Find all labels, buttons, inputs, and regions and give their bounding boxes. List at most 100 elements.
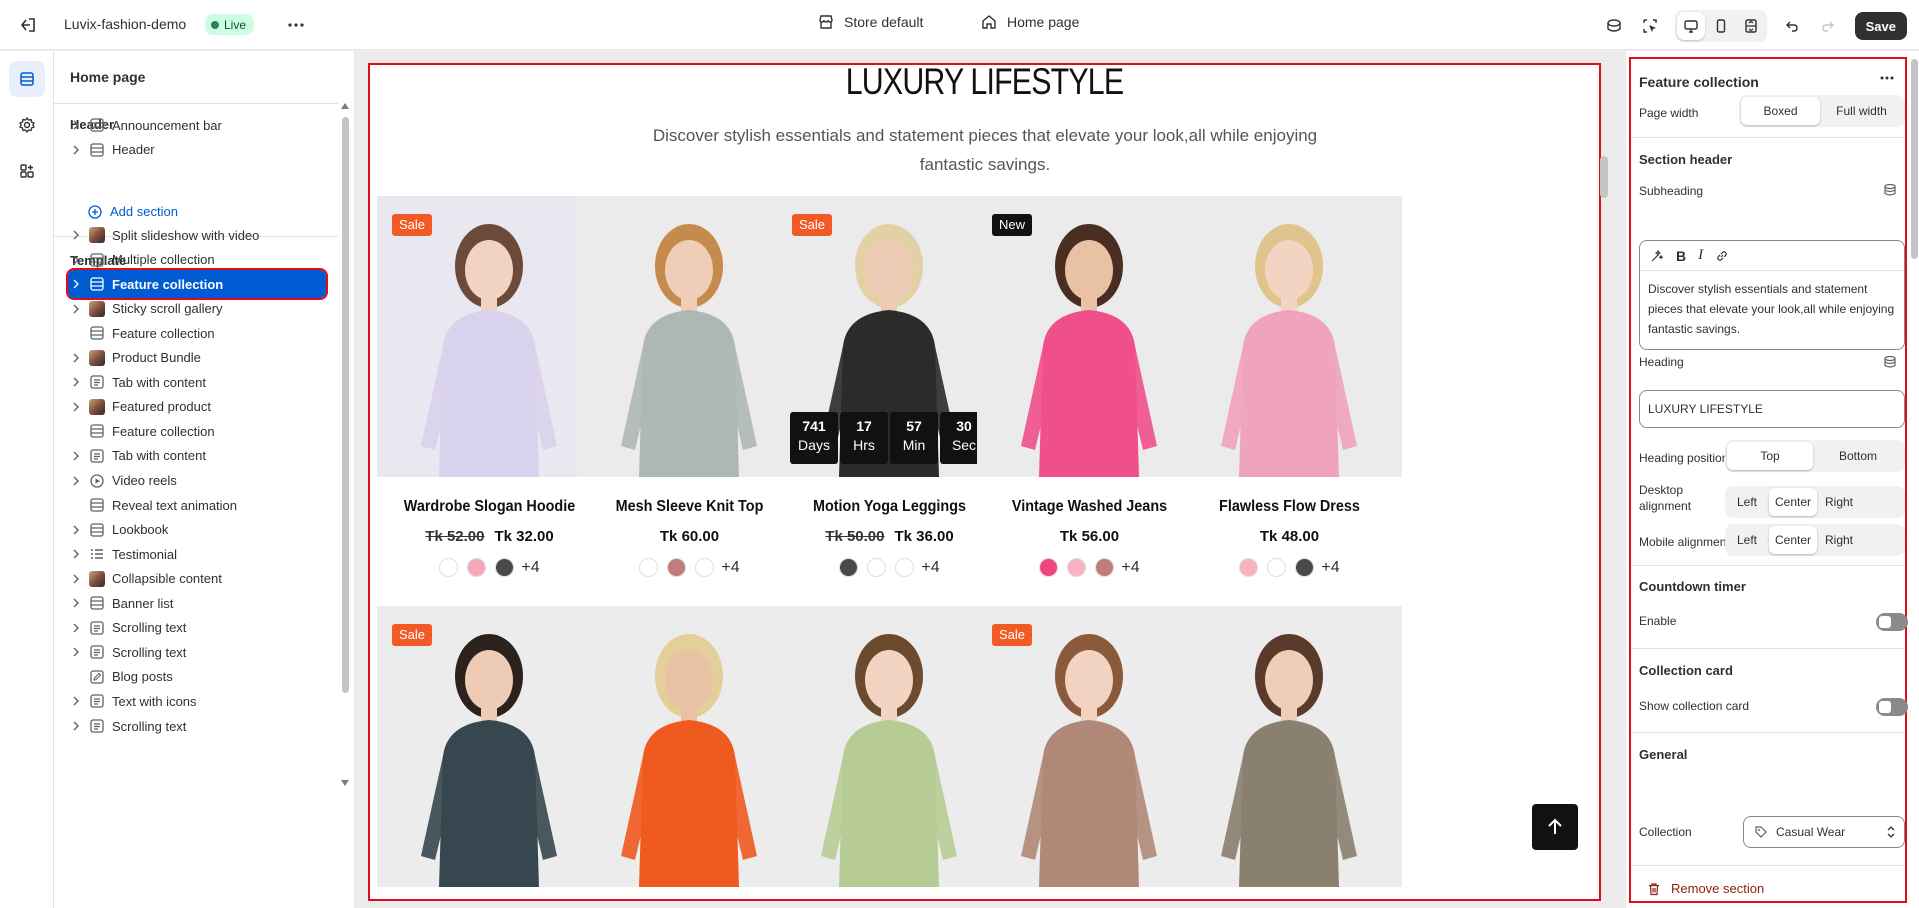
chevron-right-icon[interactable] bbox=[68, 525, 84, 535]
preview-scrollbar[interactable] bbox=[1600, 156, 1608, 198]
desktop-align-left-option[interactable]: Left bbox=[1727, 488, 1767, 516]
product-image[interactable] bbox=[577, 196, 802, 477]
more-swatches-count[interactable]: +4 bbox=[521, 559, 539, 577]
chevron-right-icon[interactable] bbox=[68, 402, 84, 412]
product-image[interactable] bbox=[577, 606, 802, 887]
sidebar-item-header[interactable]: Header bbox=[68, 136, 326, 164]
chevron-right-icon[interactable] bbox=[68, 623, 84, 633]
more-options-icon[interactable] bbox=[1879, 70, 1895, 89]
save-button[interactable]: Save bbox=[1854, 12, 1907, 40]
product-title[interactable]: Motion Yoga Leggings bbox=[788, 498, 991, 516]
sidebar-item-announcement-bar[interactable]: Announcement bar bbox=[68, 111, 326, 139]
color-swatch[interactable] bbox=[1067, 558, 1087, 577]
inspector-icon[interactable] bbox=[1635, 11, 1665, 41]
mobile-view-icon[interactable] bbox=[1707, 12, 1735, 40]
color-swatch[interactable] bbox=[839, 558, 859, 577]
settings-gear-icon[interactable] bbox=[9, 107, 45, 143]
product-image[interactable] bbox=[977, 606, 1202, 887]
product-image[interactable] bbox=[777, 606, 1002, 887]
page-width-full-option[interactable]: Full width bbox=[1822, 97, 1901, 125]
chevron-right-icon[interactable] bbox=[68, 696, 84, 706]
chevron-right-icon[interactable] bbox=[68, 476, 84, 486]
enable-countdown-toggle[interactable] bbox=[1876, 613, 1908, 631]
mobile-align-left-option[interactable]: Left bbox=[1727, 526, 1767, 554]
apps-icon[interactable] bbox=[9, 153, 45, 189]
subheading-rich-text-editor[interactable]: B I Discover stylish essentials and stat… bbox=[1639, 240, 1905, 350]
page-selector[interactable]: Home page bbox=[981, 14, 1079, 30]
desktop-view-icon[interactable] bbox=[1676, 12, 1705, 40]
fullscreen-view-icon[interactable] bbox=[1737, 12, 1765, 40]
chevron-right-icon[interactable] bbox=[68, 377, 84, 387]
heading-input[interactable]: LUXURY LIFESTYLE bbox=[1639, 390, 1905, 428]
product-title[interactable]: Wardrobe Slogan Hoodie bbox=[388, 498, 591, 516]
redo-icon[interactable] bbox=[1813, 11, 1843, 41]
sidebar-item-feature-collection[interactable]: Feature collection bbox=[68, 319, 326, 347]
page-width-boxed-option[interactable]: Boxed bbox=[1741, 97, 1820, 125]
color-swatch[interactable] bbox=[639, 558, 659, 577]
dynamic-source-icon[interactable] bbox=[1883, 355, 1897, 372]
settings-scrollbar[interactable] bbox=[1911, 59, 1918, 259]
add-section-button[interactable]: Add section bbox=[88, 204, 178, 219]
more-swatches-count[interactable]: +4 bbox=[1321, 559, 1339, 577]
color-swatch[interactable] bbox=[1039, 558, 1059, 577]
chevron-right-icon[interactable] bbox=[68, 451, 84, 461]
product-card[interactable] bbox=[577, 606, 802, 887]
more-swatches-count[interactable]: +4 bbox=[1121, 559, 1139, 577]
chevron-right-icon[interactable] bbox=[68, 120, 84, 130]
more-swatches-count[interactable]: +4 bbox=[921, 559, 939, 577]
chevron-right-icon[interactable] bbox=[68, 304, 84, 314]
desktop-align-center-option[interactable]: Center bbox=[1769, 488, 1817, 516]
color-swatch[interactable] bbox=[1239, 558, 1259, 577]
product-card[interactable]: Sale 741 Days 17 Hrs 57 Min 30 Sec Motion Yoga Le… bbox=[777, 196, 1002, 586]
collection-select[interactable]: Casual Wear bbox=[1743, 816, 1905, 848]
chevron-right-icon[interactable] bbox=[68, 549, 84, 559]
heading-position-bottom-option[interactable]: Bottom bbox=[1815, 442, 1901, 470]
color-swatch[interactable] bbox=[695, 558, 715, 577]
product-title[interactable]: Mesh Sleeve Knit Top bbox=[588, 498, 791, 516]
color-swatch[interactable] bbox=[1095, 558, 1115, 577]
show-collection-card-toggle[interactable] bbox=[1876, 698, 1908, 716]
more-actions-icon[interactable] bbox=[284, 13, 308, 37]
color-swatch[interactable] bbox=[439, 558, 459, 577]
exit-icon[interactable] bbox=[16, 13, 40, 37]
product-card[interactable]: New Vintage Washed Jeans Tk 56.00 +4 bbox=[977, 196, 1202, 586]
feature-collection-section-preview[interactable]: LUXURY LIFESTYLE Discover stylish essent… bbox=[368, 63, 1601, 901]
color-swatch[interactable] bbox=[495, 558, 515, 577]
store-name[interactable]: Luvix-fashion-demo bbox=[64, 16, 186, 32]
magic-icon[interactable] bbox=[1650, 249, 1664, 263]
product-card[interactable]: Sale bbox=[977, 606, 1202, 887]
product-card[interactable]: Flawless Flow Dress Tk 48.00 +4 bbox=[1177, 196, 1402, 586]
color-swatch[interactable] bbox=[1267, 558, 1287, 577]
back-to-top-button[interactable] bbox=[1532, 804, 1578, 850]
mobile-align-center-option[interactable]: Center bbox=[1769, 526, 1817, 554]
product-card[interactable]: Sale Wardrobe Slogan Hoodie Tk 52.00 Tk 32.… bbox=[377, 196, 602, 586]
theme-store-icon[interactable] bbox=[1599, 11, 1629, 41]
color-swatch[interactable] bbox=[1295, 558, 1315, 577]
product-image[interactable] bbox=[1177, 606, 1402, 887]
theme-selector[interactable]: Store default bbox=[818, 14, 923, 30]
mobile-align-right-option[interactable]: Right bbox=[1819, 526, 1859, 554]
chevron-right-icon[interactable] bbox=[68, 647, 84, 657]
product-card[interactable] bbox=[1177, 606, 1402, 887]
color-swatch[interactable] bbox=[467, 558, 487, 577]
undo-icon[interactable] bbox=[1777, 11, 1807, 41]
more-swatches-count[interactable]: +4 bbox=[721, 559, 739, 577]
sidebar-item-reveal-text-animation[interactable]: Reveal text animation bbox=[68, 491, 326, 519]
product-title[interactable]: Vintage Washed Jeans bbox=[988, 498, 1191, 516]
chevron-right-icon[interactable] bbox=[68, 255, 84, 265]
product-title[interactable]: Flawless Flow Dress bbox=[1188, 498, 1391, 516]
product-card[interactable] bbox=[777, 606, 1002, 887]
heading-position-top-option[interactable]: Top bbox=[1727, 442, 1813, 470]
sidebar-item-testimonial[interactable]: Testimonial bbox=[68, 540, 326, 568]
sidebar-item-tab-with-content[interactable]: Tab with content bbox=[68, 442, 326, 470]
sidebar-scrollbar[interactable] bbox=[340, 103, 350, 908]
color-swatch[interactable] bbox=[667, 558, 687, 577]
chevron-right-icon[interactable] bbox=[68, 353, 84, 363]
chevron-right-icon[interactable] bbox=[68, 145, 84, 155]
bold-icon[interactable]: B bbox=[1676, 248, 1686, 264]
italic-icon[interactable]: I bbox=[1698, 247, 1703, 264]
product-image[interactable] bbox=[377, 606, 602, 887]
color-swatch[interactable] bbox=[895, 558, 915, 577]
chevron-right-icon[interactable] bbox=[68, 598, 84, 608]
chevron-right-icon[interactable] bbox=[68, 574, 84, 584]
